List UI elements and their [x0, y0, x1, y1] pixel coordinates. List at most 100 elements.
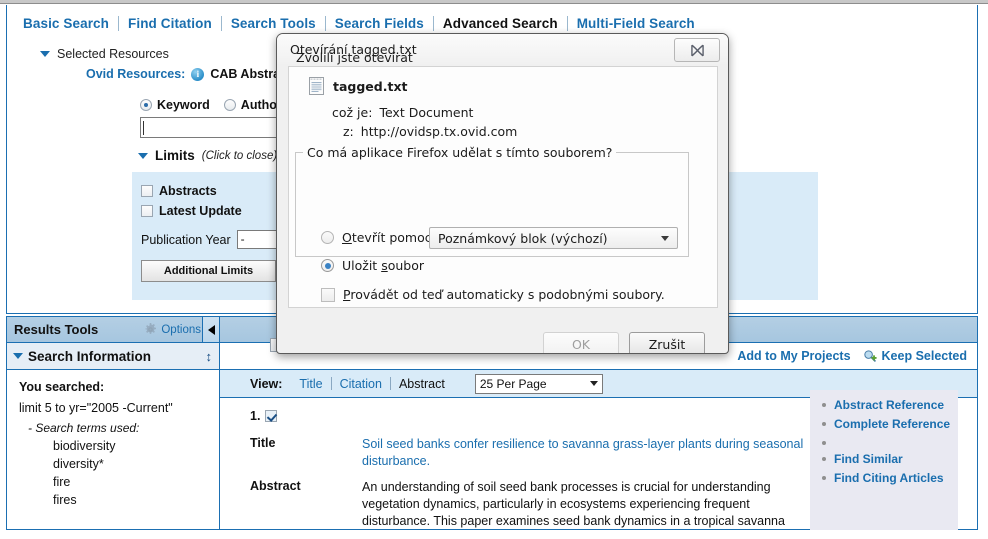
find-citing-articles-link[interactable]: Find Citing Articles	[822, 469, 958, 488]
record-title-label: Title	[250, 436, 276, 450]
search-mode-tabs: Basic Search Find Citation Search Tools …	[14, 12, 704, 34]
radio-save-file[interactable]	[321, 259, 334, 272]
add-to-my-projects-link[interactable]: Add to My Projects	[737, 349, 850, 363]
search-information-body: You searched: limit 5 to yr="2005 -Curre…	[6, 370, 220, 530]
dialog-type-row: což je: Text Document	[332, 105, 473, 120]
search-information-header[interactable]: Search Information ↕	[6, 343, 220, 370]
record-side-links: Abstract Reference Complete Reference Fi…	[810, 390, 958, 530]
view-label: View:	[250, 376, 283, 391]
abstract-reference-link[interactable]: Abstract Reference	[822, 396, 958, 415]
gear-icon	[144, 323, 157, 336]
view-option-title[interactable]: Title	[291, 377, 330, 391]
search-mode-radio-group: Keyword Author	[140, 98, 282, 112]
chevron-down-icon	[661, 235, 669, 241]
options-label: Options	[161, 323, 201, 336]
search-terms-label: - Search terms used:	[28, 421, 140, 435]
radio-keyword-label: Keyword	[157, 98, 210, 112]
limit-line: limit 5 to yr="2005 -Current"	[19, 401, 173, 415]
option-save-file[interactable]: Uložit soubor	[321, 258, 424, 273]
view-option-abstract[interactable]: Abstract	[391, 377, 453, 391]
search-term: fire	[53, 475, 71, 489]
limit-latest-update[interactable]: Latest Update	[141, 204, 242, 218]
arrow-left-icon	[207, 324, 215, 335]
option-auto-handle-label: Provádět od teď automaticky s podobnými …	[343, 287, 665, 302]
option-auto-handle[interactable]: Provádět od teď automaticky s podobnými …	[321, 287, 665, 302]
record-title-link[interactable]: Soil seed banks confer resilience to sav…	[362, 436, 810, 470]
find-similar-link[interactable]: Find Similar	[822, 450, 958, 469]
checkbox[interactable]	[141, 185, 153, 197]
checkbox[interactable]	[141, 205, 153, 217]
spacer	[822, 434, 958, 450]
close-icon	[690, 44, 704, 56]
tab-find-citation[interactable]: Find Citation	[119, 16, 221, 31]
record-abstract-label: Abstract	[250, 479, 301, 493]
dialog-type-label: což je:	[332, 105, 373, 120]
resize-handle-icon[interactable]: ↕	[206, 349, 213, 364]
search-term: fires	[53, 493, 77, 507]
collapse-sidebar-button[interactable]	[202, 316, 220, 343]
radio-open-with[interactable]	[321, 231, 334, 244]
radio-keyword[interactable]: Keyword	[140, 98, 210, 112]
ovid-resources-label: Ovid Resources:	[86, 67, 186, 81]
limits-hint: (Click to close)	[201, 149, 278, 162]
download-dialog: Otevírání tagged.txt Zvolili jste otevír…	[276, 33, 729, 354]
radio-author[interactable]: Author	[223, 98, 282, 112]
record-fields: Title Soil seed banks confer resilience …	[250, 436, 810, 539]
record-abstract-row: Abstract An understanding of soil seed b…	[250, 479, 810, 530]
open-with-app-select[interactable]: Poznámkový blok (výchozí)	[429, 227, 678, 249]
ok-button[interactable]: OK	[543, 332, 619, 353]
ovid-resources-row: Ovid Resources: i CAB Abstracts	[86, 67, 298, 81]
magnifier-plus-icon	[863, 349, 877, 363]
view-option-citation[interactable]: Citation	[332, 377, 390, 391]
dialog-intro-text: Zvolili jste otevírat	[296, 50, 413, 65]
option-open-with[interactable]: OOtevřít pomocítevřít pomocí	[321, 230, 435, 245]
close-button[interactable]	[674, 38, 720, 62]
dialog-source-row: z: http://ovidsp.tx.ovid.com	[343, 124, 517, 139]
publication-year-label: Publication Year	[141, 232, 231, 247]
dialog-source-value: http://ovidsp.tx.ovid.com	[360, 124, 518, 139]
search-term: diversity*	[53, 457, 104, 471]
limit-abstracts[interactable]: Abstracts	[141, 184, 217, 198]
triangle-down-icon	[40, 51, 50, 57]
options-button[interactable]: Options	[144, 323, 201, 336]
radio-author-dot[interactable]	[223, 99, 236, 111]
dialog-filename: tagged.txt	[333, 78, 408, 94]
selected-resources-label: Selected Resources	[57, 47, 169, 61]
cancel-button[interactable]: Zrušit	[629, 332, 705, 353]
dialog-group-legend: Co má aplikace Firefox udělat s tímto so…	[303, 145, 617, 160]
tab-search-tools[interactable]: Search Tools	[222, 16, 325, 31]
additional-limits-button[interactable]: Additional Limits	[141, 260, 276, 282]
complete-reference-link[interactable]: Complete Reference	[822, 415, 958, 434]
record-abstract-text: An understanding of soil seed bank proce…	[362, 480, 785, 528]
tab-search-fields[interactable]: Search Fields	[326, 16, 433, 31]
search-information-title: Search Information	[28, 348, 152, 364]
per-page-select[interactable]: 25 Per Page	[474, 373, 603, 394]
radio-keyword-dot[interactable]	[140, 99, 152, 111]
keep-selected-label: Keep Selected	[881, 349, 967, 363]
tab-advanced-search[interactable]: Advanced Search	[434, 16, 567, 31]
chevron-down-icon	[589, 381, 598, 386]
tab-multi-field-search[interactable]: Multi-Field Search	[568, 16, 704, 31]
info-icon[interactable]: i	[191, 67, 205, 81]
selected-resources-toggle[interactable]: Selected Resources	[40, 47, 169, 61]
record-title-row: Title Soil seed banks confer resilience …	[250, 436, 810, 470]
results-tools-header: Results Tools Options	[6, 316, 210, 343]
triangle-down-icon	[138, 152, 148, 159]
text-document-icon	[309, 77, 324, 95]
results-tools-title: Results Tools	[14, 322, 99, 337]
limits-toggle[interactable]: Limits (Click to close)	[138, 148, 277, 163]
record-number-row: 1.	[250, 409, 278, 423]
triangle-down-icon	[13, 353, 23, 359]
limits-title: Limits	[155, 148, 195, 163]
limit-abstracts-label: Abstracts	[159, 184, 217, 198]
browser-chrome-strip	[0, 0, 988, 4]
tab-basic-search[interactable]: Basic Search	[14, 16, 118, 31]
record-number: 1.	[250, 409, 261, 423]
keep-selected-button[interactable]: Keep Selected	[863, 349, 967, 363]
search-term: biodiversity	[53, 439, 116, 453]
dialog-source-label: z:	[343, 124, 354, 139]
record-checkbox[interactable]	[265, 410, 278, 422]
you-searched-label: You searched:	[19, 380, 105, 394]
checkbox-auto-handle[interactable]	[321, 287, 335, 302]
limit-latest-update-label: Latest Update	[159, 204, 242, 218]
